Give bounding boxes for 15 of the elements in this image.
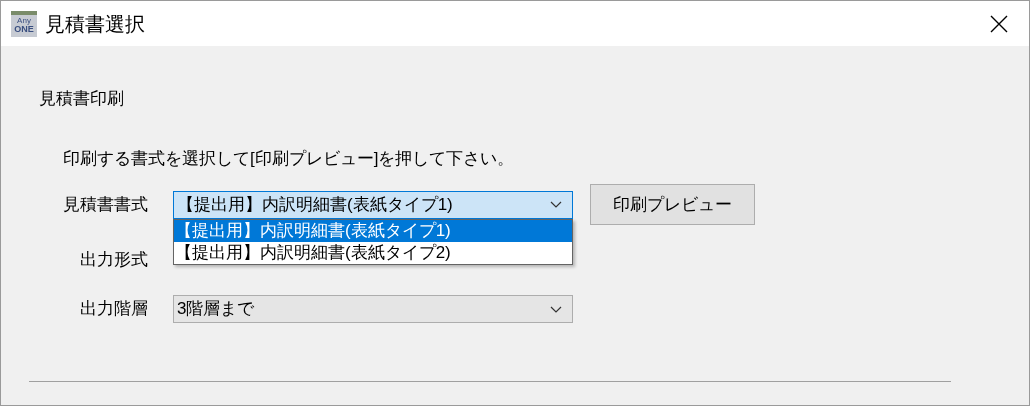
window-title: 見積書選択 bbox=[45, 11, 145, 37]
dropdown-field[interactable]: 【提出用】内訳明細書(表紙タイプ1) bbox=[173, 190, 573, 219]
chevron-down-icon bbox=[550, 201, 562, 208]
dropdown-option[interactable]: 【提出用】内訳明細書(表紙タイプ2) bbox=[174, 241, 572, 264]
field-label: 出力形式 bbox=[80, 249, 149, 272]
dropdown-field[interactable]: 3階層まで bbox=[173, 295, 573, 323]
field-label: 見積書書式 bbox=[63, 193, 149, 216]
instruction-text: 印刷する書式を選択して[印刷プレビュー]を押して下さい。 bbox=[63, 147, 516, 170]
dropdown-option[interactable]: 【提出用】内訳明細書(表紙タイプ1) bbox=[174, 219, 572, 242]
section-title: 見積書印刷 bbox=[39, 88, 125, 110]
app-logo: Any ONE bbox=[11, 10, 37, 37]
print-preview-button[interactable]: 印刷プレビュー bbox=[590, 184, 755, 225]
chevron-down-icon bbox=[550, 305, 562, 313]
close-icon[interactable] bbox=[990, 14, 1008, 33]
field-label: 出力階層 bbox=[80, 298, 149, 321]
